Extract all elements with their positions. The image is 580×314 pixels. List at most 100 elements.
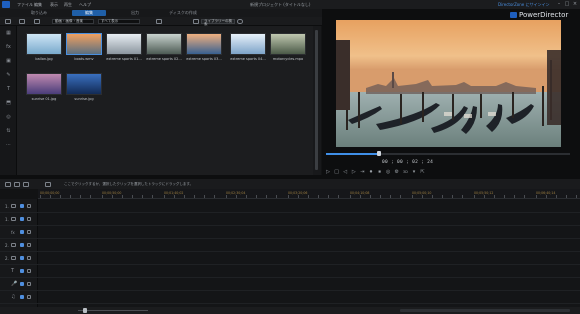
preview-control-button[interactable]: □ (334, 169, 340, 175)
preview-control-button[interactable]: ⚙ (394, 169, 400, 175)
preview-control-button[interactable]: ◎ (385, 169, 391, 175)
media-thumbnail[interactable] (26, 73, 62, 95)
menu-file[interactable]: ファイル (17, 2, 33, 8)
track-enable-checkbox[interactable] (20, 204, 24, 208)
menu-help[interactable]: ヘルプ (79, 2, 91, 8)
ruler-tick (504, 195, 505, 198)
close-button[interactable]: × (572, 2, 578, 7)
ruler-tick (204, 195, 205, 198)
media-room-icon[interactable] (5, 19, 11, 24)
preview-control-button[interactable]: ▷ (325, 169, 331, 175)
media-thumbnail[interactable] (270, 33, 306, 55)
ruler-tick (90, 195, 91, 198)
menu-edit[interactable]: 編集 (34, 2, 42, 8)
title-track-icon: T (11, 268, 15, 274)
ruler-tick (546, 195, 547, 198)
media-thumbnail[interactable] (106, 33, 142, 55)
left-rail-tool-icon[interactable]: ⇅ (5, 128, 12, 134)
track-lock-icon[interactable] (27, 295, 31, 299)
ruler-tick (152, 195, 153, 198)
track-number: 2. (5, 243, 9, 248)
preview-control-button[interactable]: ▾ (411, 169, 417, 175)
left-rail-tool-icon[interactable]: ▦ (5, 30, 12, 36)
directorzone-signin-link[interactable]: DirectorZone にサインイン (498, 2, 550, 8)
split-icon[interactable] (45, 182, 51, 187)
timeline-scrollbar[interactable] (400, 309, 570, 312)
media-thumbnail[interactable] (66, 33, 102, 55)
track-enable-checkbox[interactable] (20, 217, 24, 221)
preview-control-button[interactable]: ◁ (342, 169, 348, 175)
menu-view[interactable]: 表示 (50, 2, 58, 8)
track-lock-icon[interactable] (27, 230, 31, 234)
library-scrollbar-thumb[interactable] (315, 30, 318, 170)
preview-control-button[interactable]: 3D (402, 169, 408, 175)
track-lock-icon[interactable] (27, 243, 31, 247)
preview-timecode: 00 ; 00 ; 02 ; 24 (382, 160, 434, 165)
media-thumbnail[interactable] (186, 33, 222, 55)
preview-control-button[interactable]: ⇱ (420, 169, 426, 175)
track-enable-checkbox[interactable] (20, 256, 24, 260)
left-rail-tool-icon[interactable]: T (5, 86, 12, 92)
track-enable-checkbox[interactable] (20, 295, 24, 299)
left-rail-tool-icon[interactable]: ▣ (5, 58, 12, 64)
track-number: 2. (5, 256, 9, 261)
media-thumbnail-label: ballon.jpg (35, 57, 53, 61)
ruler-tick (142, 195, 143, 198)
media-thumbnail-label: extreme sports 04... (230, 57, 266, 61)
media-thumbnail[interactable] (26, 33, 62, 55)
left-rail-tool-icon[interactable]: fx (5, 44, 12, 50)
timeline-view-icon[interactable] (14, 182, 20, 187)
track-lock-icon[interactable] (27, 282, 31, 286)
timeline-zoom-slider[interactable] (78, 310, 148, 311)
left-rail-tool-icon[interactable]: ⋯ (5, 142, 12, 148)
preview-control-button[interactable]: ⏺ (368, 169, 374, 175)
media-filter-select[interactable]: 動画・画像・音楽 (52, 19, 94, 24)
preview-control-button[interactable]: ⏹ (377, 169, 383, 175)
left-rail-tool-icon[interactable]: ✎ (5, 72, 12, 78)
display-filter-select[interactable]: すべて表示 (98, 19, 140, 24)
left-rail-tool-icon[interactable]: ◎ (5, 114, 12, 120)
track-enable-checkbox[interactable] (20, 282, 24, 286)
ruler-tick (70, 195, 71, 198)
menu-playback[interactable]: 再生 (64, 2, 72, 8)
media-thumbnail[interactable] (230, 33, 266, 55)
preview-control-button[interactable]: ▷ (351, 169, 357, 175)
media-thumbnail[interactable] (66, 73, 102, 95)
preview-video-frame[interactable] (336, 20, 561, 147)
mode-tabs: 取り込み 編集 出力 ディスクの作成 (0, 9, 322, 17)
minimize-button[interactable]: – (556, 2, 562, 7)
library-search-field[interactable]: ライブラリーの検索 (201, 19, 235, 26)
left-rail-tool-icon[interactable]: ⬒ (5, 100, 12, 106)
ruler-tick (484, 195, 485, 198)
search-icon[interactable] (237, 19, 243, 24)
video-track-icon (11, 204, 16, 208)
track-enable-checkbox[interactable] (20, 243, 24, 247)
library-options-icon[interactable] (193, 19, 199, 24)
media-thumbnail[interactable] (146, 33, 182, 55)
ruler-tick (566, 195, 567, 198)
track-manager-icon[interactable] (23, 182, 29, 187)
preview-control-button[interactable]: ⇥ (359, 169, 365, 175)
track-lock-icon[interactable] (27, 269, 31, 273)
track-lock-icon[interactable] (27, 217, 31, 221)
track-lock-icon[interactable] (27, 256, 31, 260)
tab-edit[interactable]: 編集 (72, 10, 106, 16)
tab-produce[interactable]: 出力 (118, 10, 152, 16)
plugin-icon[interactable] (34, 19, 40, 24)
ruler-tick (318, 195, 319, 198)
view-mode-icon[interactable] (156, 19, 162, 24)
storyboard-view-icon[interactable] (5, 182, 11, 187)
track-enable-checkbox[interactable] (20, 269, 24, 273)
tab-create-disc[interactable]: ディスクの作成 (160, 10, 206, 16)
track-enable-checkbox[interactable] (20, 230, 24, 234)
ruler-tick (184, 195, 185, 198)
import-media-icon[interactable] (19, 19, 25, 24)
ruler-tick (350, 195, 351, 198)
tab-capture[interactable]: 取り込み (22, 10, 56, 16)
preview-scrub-handle[interactable] (377, 151, 381, 156)
maximize-button[interactable]: □ (564, 2, 570, 7)
track-lock-icon[interactable] (27, 204, 31, 208)
fx-track-icon: fx (11, 230, 15, 235)
timeline-zoom-handle[interactable] (83, 308, 87, 313)
timeline-track-row (0, 200, 580, 213)
